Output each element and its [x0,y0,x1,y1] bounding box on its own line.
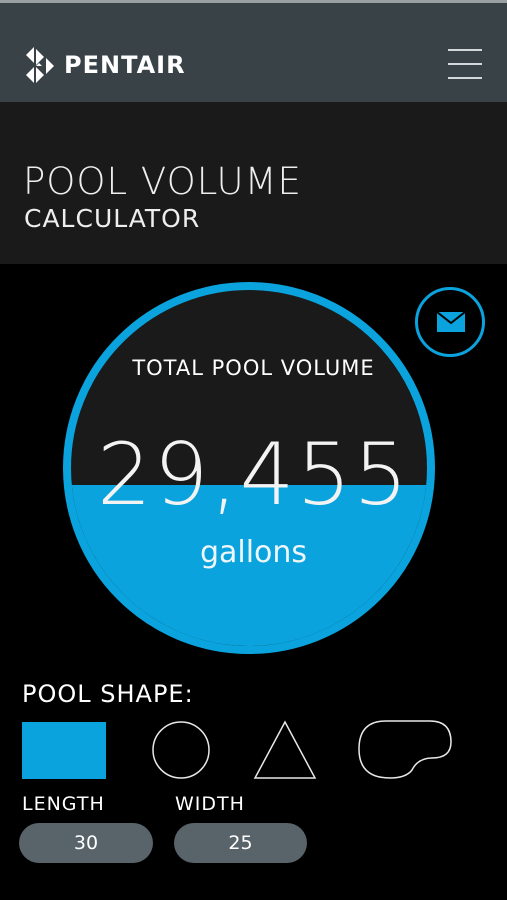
app-header: PENTAIR [0,3,507,102]
email-button[interactable] [415,287,485,357]
length-label: LENGTH [22,793,105,815]
brand-logo[interactable]: PENTAIR [22,41,186,89]
shape-triangle-option[interactable] [253,720,317,780]
shape-kidney-option[interactable] [356,718,454,780]
pentair-diamond-icon [26,47,54,83]
shape-rectangle-option[interactable] [22,722,106,779]
width-label: WIDTH [175,793,245,815]
volume-unit: gallons [199,535,308,570]
pool-shape-label: POOL SHAPE: [22,680,194,708]
title-bar: POOL VOLUME CALCULATOR [0,102,507,264]
page-subtitle: CALCULATOR [24,204,201,233]
length-input[interactable]: 30 [19,823,153,863]
shape-circle-option[interactable] [151,720,211,780]
total-volume-value: 29,455 [97,425,410,525]
page-title: POOL VOLUME [23,160,302,203]
width-input[interactable]: 25 [174,823,307,863]
envelope-icon [437,312,465,332]
brand-name: PENTAIR [64,51,186,79]
total-volume-label: TOTAL POOL VOLUME [132,356,375,380]
hamburger-menu-icon[interactable] [448,49,482,81]
